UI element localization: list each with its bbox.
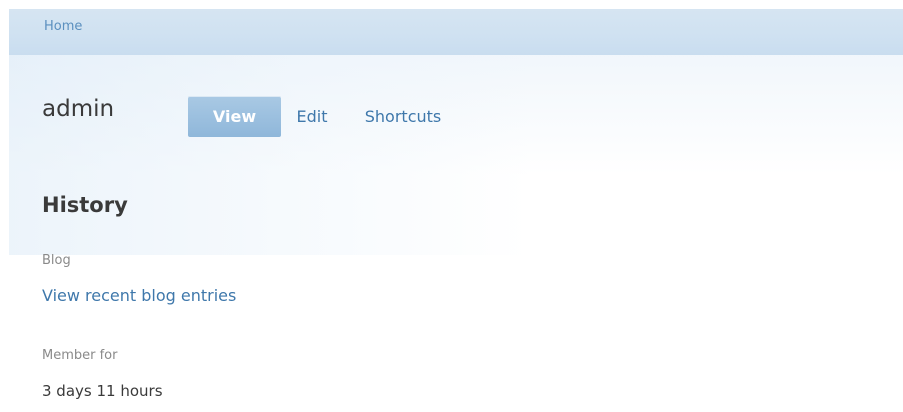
member-for-value: 3 days 11 hours <box>42 382 163 400</box>
tab-shortcuts[interactable]: Shortcuts <box>343 96 463 137</box>
member-for-label: Member for <box>42 348 118 363</box>
breadcrumb: Home <box>9 9 903 55</box>
primary-tabs: View Edit Shortcuts <box>188 96 463 137</box>
tab-edit[interactable]: Edit <box>281 96 343 137</box>
page: Home admin View Edit Shortcuts History B… <box>0 0 903 412</box>
view-recent-blog-entries-link[interactable]: View recent blog entries <box>42 286 236 305</box>
history-heading: History <box>42 193 128 217</box>
blog-label: Blog <box>42 253 71 268</box>
breadcrumb-home-link[interactable]: Home <box>44 19 82 34</box>
page-title: admin <box>42 96 115 122</box>
header-haze <box>9 55 529 255</box>
tab-view[interactable]: View <box>188 96 281 137</box>
